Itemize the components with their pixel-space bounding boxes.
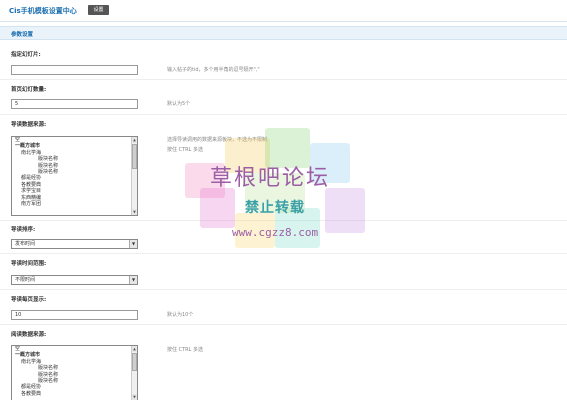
guide-sort-select[interactable]: 发布时间 ▼ [11,239,138,249]
guide-source-label: 导读数据来源: [11,122,47,128]
section-header: 参数设置 [0,26,567,40]
watermark-url: www.cgzz8.com [232,226,319,239]
guide-per-page-input[interactable] [11,310,138,320]
slides-hint: 输入帖子的tid，多个用半角的逗号隔开"," [167,67,260,73]
slide-count-label: 首页幻灯数量: [11,87,47,93]
scroll-thumb[interactable] [132,353,137,371]
read-source-listbox[interactable]: 空 一概方城市 南北学海 版块名称 版块名称 版块名称 都是经协 各教要典 ▲ … [11,345,138,400]
list-item[interactable]: 南方军团 [12,201,137,207]
divider [0,253,567,254]
listbox-scrollbar[interactable]: ▲ ▼ [131,346,137,400]
guide-source-listbox[interactable]: 空 一概方城市 南北学海 版块名称 版块名称 版块名称 都是经协 各教要典 求学… [11,136,138,216]
slide-count-input[interactable] [11,99,138,109]
app-title: Cis手机模板设置中心 [9,7,77,15]
scroll-thumb[interactable] [132,144,137,169]
guide-sort-label: 导读排序: [11,227,36,233]
slide-count-hint: 默认为5个 [167,101,191,107]
watermark-text: 禁止转载 [245,200,305,216]
section-title: 参数设置 [11,32,34,38]
settings-button[interactable]: 设置 [88,5,109,15]
watermark-text: 草根吧论坛 [210,166,331,191]
watermark-tile [200,188,235,228]
watermark-tile [325,188,365,233]
chevron-down-icon[interactable]: ▼ [129,276,137,284]
divider [0,114,567,115]
guide-sort-value: 发布时间 [15,241,36,247]
slides-input[interactable] [11,65,138,75]
scroll-down-icon[interactable]: ▼ [132,209,137,215]
read-source-hint: 按住 CTRL 多选 [167,347,203,353]
divider [0,79,567,80]
guide-time-value: 不限时间 [15,277,36,283]
read-source-label: 阅读数据来源: [11,332,47,338]
scroll-down-icon[interactable]: ▼ [132,394,137,400]
scroll-up-icon[interactable]: ▲ [132,137,137,143]
guide-per-page-label: 导读每页显示: [11,297,47,303]
guide-time-label: 导读时间范围: [11,261,47,267]
top-bar: Cis手机模板设置中心 设置 [0,0,567,22]
listbox-scrollbar[interactable]: ▲ ▼ [131,137,137,215]
chevron-down-icon[interactable]: ▼ [129,240,137,248]
scroll-up-icon[interactable]: ▲ [132,346,137,352]
divider [0,324,567,325]
slides-label: 指定幻灯片: [11,52,41,58]
guide-per-page-hint: 默认为10个 [167,312,194,318]
guide-time-select[interactable]: 不限时间 ▼ [11,275,138,285]
divider [0,289,567,290]
list-item[interactable]: 各教要典 [12,391,137,397]
